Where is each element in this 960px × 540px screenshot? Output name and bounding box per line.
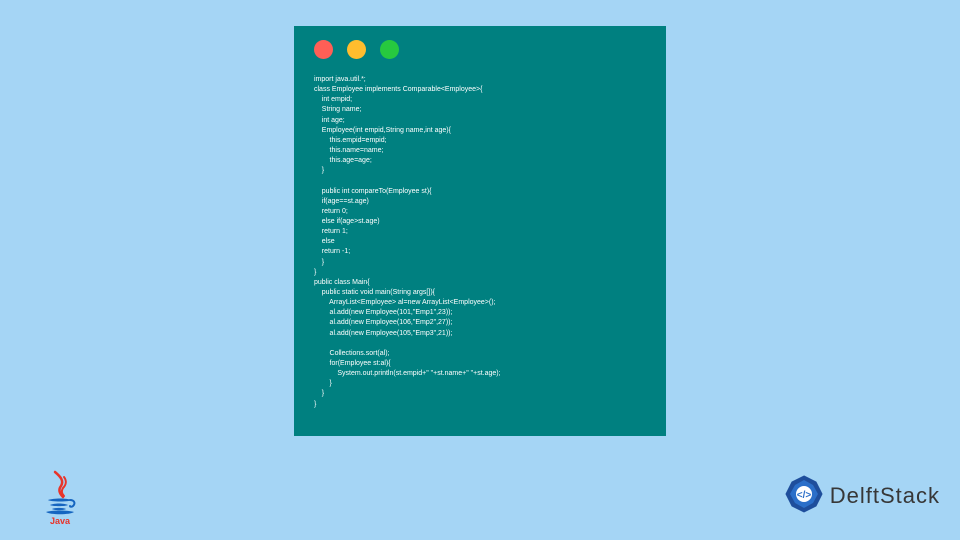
delftstack-text: DelftStack — [830, 483, 940, 509]
code-window: import java.util.*; class Employee imple… — [294, 26, 666, 436]
delftstack-logo: </> DelftStack — [782, 474, 940, 518]
svg-text:</>: </> — [797, 490, 812, 501]
java-logo: Java — [40, 470, 80, 526]
minimize-icon[interactable] — [347, 40, 366, 59]
code-block: import java.util.*; class Employee imple… — [314, 75, 646, 410]
window-controls — [314, 40, 646, 59]
svg-text:Java: Java — [50, 516, 71, 526]
close-icon[interactable] — [314, 40, 333, 59]
delftstack-icon: </> — [782, 474, 826, 518]
maximize-icon[interactable] — [380, 40, 399, 59]
